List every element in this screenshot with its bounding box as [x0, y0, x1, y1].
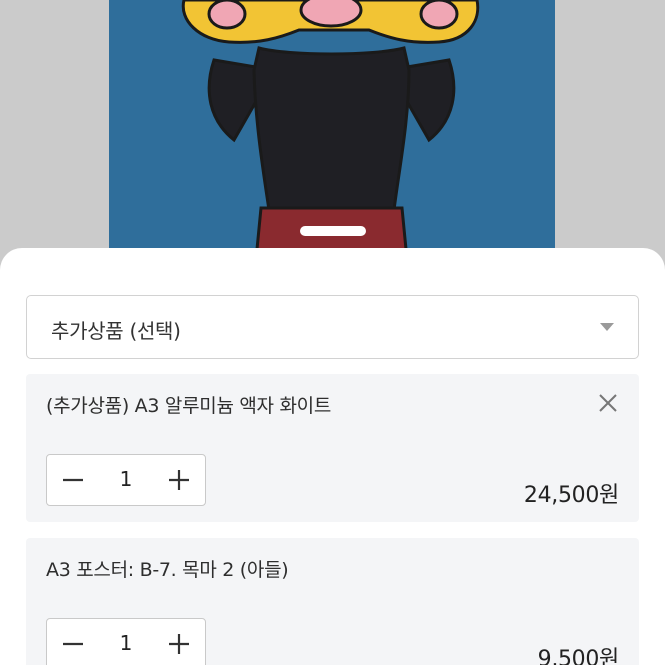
- quantity-value: 1: [119, 631, 133, 655]
- item-price: 24,500원: [523, 483, 619, 508]
- minus-icon[interactable]: [47, 455, 99, 505]
- item-name: (추가상품) A3 알루미늄 액자 화이트: [46, 395, 332, 417]
- sheet-drag-handle[interactable]: [300, 226, 366, 236]
- close-icon[interactable]: [597, 392, 619, 414]
- cart-item: A3 포스터: B-7. 목마 2 (아들) 1 9,500원: [26, 538, 639, 665]
- quantity-stepper: 1: [46, 618, 206, 665]
- product-image: [109, 0, 555, 280]
- caret-down-icon: [600, 323, 614, 331]
- item-name: A3 포스터: B-7. 목마 2 (아들): [46, 559, 289, 581]
- item-price: 9,500원: [537, 647, 620, 665]
- bottom-sheet: 추가상품 (선택) (추가상품) A3 알루미늄 액자 화이트 1 24,500…: [0, 248, 665, 665]
- quantity-stepper: 1: [46, 454, 206, 506]
- select-label: 추가상품 (선택): [51, 319, 181, 343]
- additional-product-select[interactable]: 추가상품 (선택): [26, 295, 639, 359]
- plus-icon[interactable]: [153, 455, 205, 505]
- quantity-value: 1: [119, 467, 133, 491]
- plus-icon[interactable]: [153, 619, 205, 665]
- minus-icon[interactable]: [47, 619, 99, 665]
- cart-item: (추가상품) A3 알루미늄 액자 화이트 1 24,500원: [26, 374, 639, 522]
